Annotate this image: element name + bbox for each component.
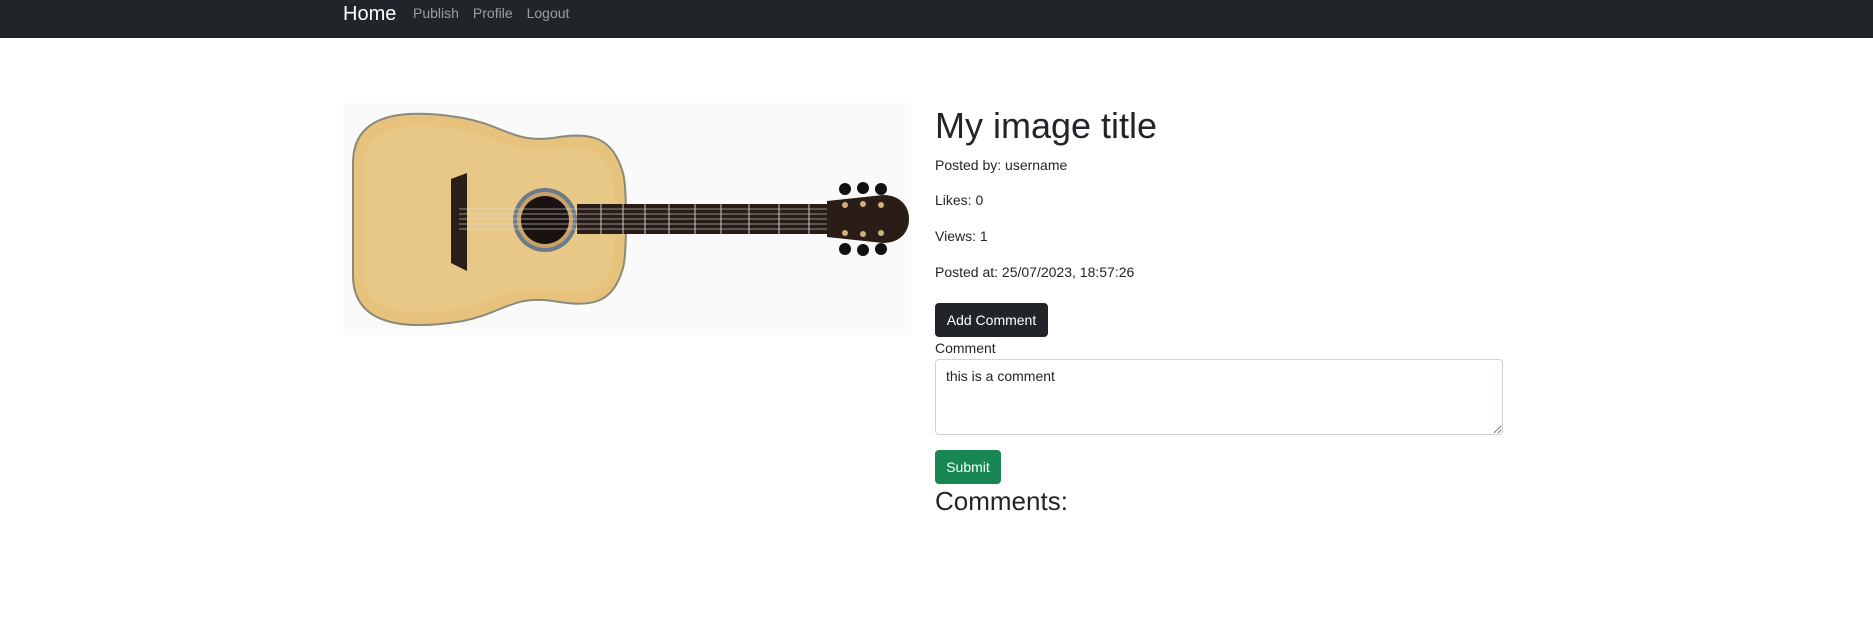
submit-button[interactable]: Submit <box>935 450 1001 484</box>
likes-count: Likes: 0 <box>935 192 984 208</box>
nav-link-logout[interactable]: Logout <box>527 6 570 20</box>
top-navbar: Home Publish Profile Logout <box>0 0 1873 38</box>
nav-link-publish[interactable]: Publish <box>413 6 459 20</box>
post-title: My image title <box>935 105 1158 146</box>
nav-links: Publish Profile Logout <box>413 6 583 20</box>
comment-label: Comment <box>935 340 996 356</box>
comment-textarea[interactable] <box>935 359 1503 435</box>
add-comment-button[interactable]: Add Comment <box>935 303 1048 337</box>
post-details: My image title Posted by: username Likes… <box>935 104 1505 516</box>
guitar-image <box>352 112 909 327</box>
posted-at-text: Posted at: 25/07/2023, 18:57:26 <box>935 264 1135 280</box>
home-link[interactable]: Home <box>343 4 396 24</box>
posted-by-text: Posted by: username <box>935 157 1068 173</box>
nav-link-profile[interactable]: Profile <box>473 6 513 20</box>
views-count: Views: 1 <box>935 228 988 244</box>
post-image <box>343 103 911 335</box>
comments-heading: Comments: <box>935 486 1068 516</box>
